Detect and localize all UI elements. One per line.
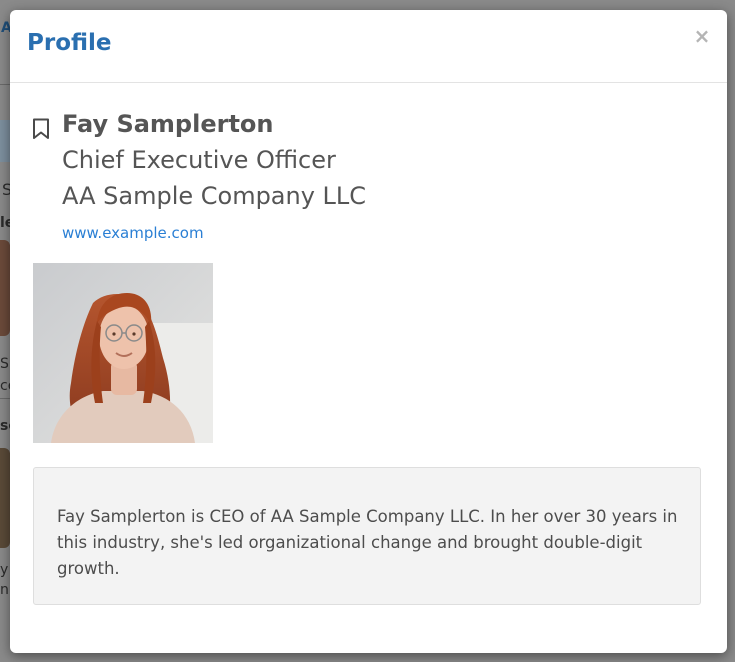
background-text: S: [0, 356, 9, 372]
profile-job-title: Chief Executive Officer: [62, 146, 336, 174]
profile-company: AA Sample Company LLC: [62, 182, 367, 210]
profile-bio-text: Fay Samplerton is CEO of AA Sample Compa…: [57, 507, 678, 578]
profile-website-link[interactable]: www.example.com: [62, 224, 204, 242]
modal-title: Profile: [27, 30, 112, 56]
close-button[interactable]: ×: [693, 26, 711, 46]
profile-modal: Profile × Fay Samplerton Chief Executive…: [10, 10, 727, 653]
bookmark-icon[interactable]: [32, 118, 50, 140]
profile-name: Fay Samplerton: [62, 110, 274, 138]
profile-photo: [33, 263, 213, 443]
profile-bio-panel: Fay Samplerton is CEO of AA Sample Compa…: [33, 467, 701, 605]
background-thumbnail: [0, 448, 10, 548]
background-thumbnail: [0, 240, 10, 336]
background-button: [0, 120, 10, 162]
background-text: y: [0, 562, 9, 578]
modal-header: Profile ×: [10, 10, 727, 83]
close-icon[interactable]: ×: [694, 24, 711, 48]
